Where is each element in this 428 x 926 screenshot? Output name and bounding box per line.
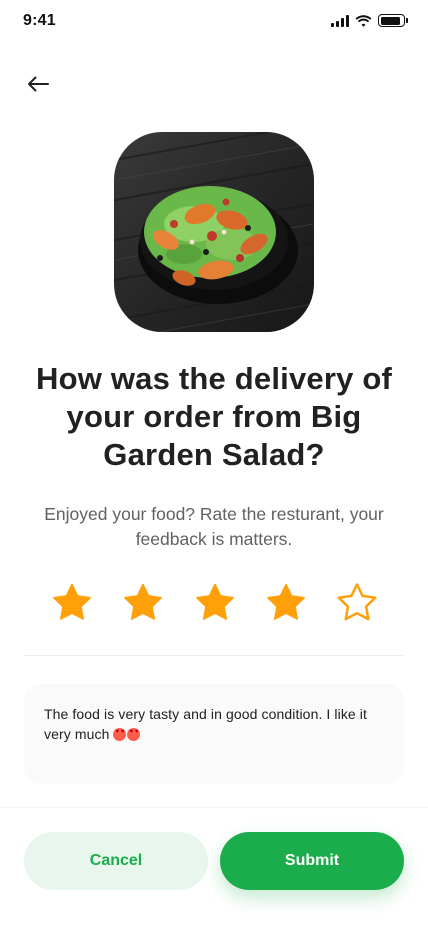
star-filled-icon[interactable] [49, 580, 95, 626]
battery-icon [378, 14, 408, 27]
cellular-signal-icon [331, 14, 349, 27]
status-icons [331, 14, 408, 27]
star-filled-icon[interactable] [120, 580, 166, 626]
submit-button[interactable]: Submit [220, 832, 404, 890]
review-input[interactable]: The food is very tasty and in good condi… [24, 684, 404, 784]
review-text: The food is very tasty and in good condi… [44, 704, 384, 744]
wifi-icon [355, 14, 372, 27]
review-text-content: The food is very tasty and in good condi… [44, 706, 368, 742]
status-time: 9:41 [23, 12, 56, 29]
star-filled-icon[interactable] [263, 580, 309, 626]
cancel-button[interactable]: Cancel [24, 832, 208, 890]
status-bar: 9:41 [0, 0, 428, 44]
page-subtitle: Enjoyed your food? Rate the resturant, y… [44, 504, 384, 549]
star-filled-icon[interactable] [192, 580, 238, 626]
footer-divider [0, 807, 428, 808]
battery-level [380, 16, 401, 25]
page-title: How was the delivery of your order from … [35, 361, 393, 472]
back-button[interactable] [22, 70, 54, 98]
food-image [114, 132, 314, 332]
arrow-left-icon [28, 76, 49, 92]
emoji-heart-eyes-icon [113, 726, 141, 742]
star-rating[interactable] [24, 580, 404, 626]
star-outline-icon[interactable] [334, 580, 380, 626]
rate-order-screen: 9:41 How was the delivery of your order … [0, 0, 428, 926]
divider [24, 655, 404, 656]
